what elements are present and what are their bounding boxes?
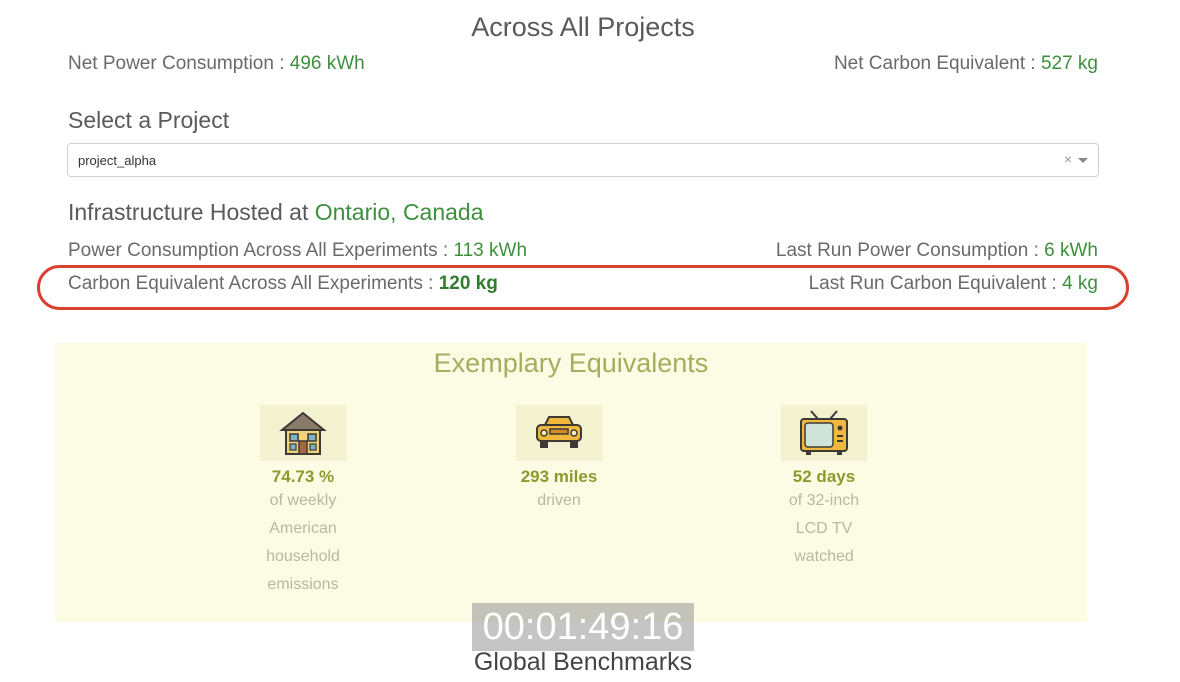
- equivalent-desc-line: American: [269, 520, 337, 537]
- equivalent-desc-line: household: [266, 548, 340, 565]
- clear-icon[interactable]: ×: [1064, 151, 1072, 167]
- car-icon: [516, 405, 602, 461]
- power-all: Power Consumption Across All Experiments…: [68, 240, 527, 262]
- infrastructure-label: Infrastructure Hosted at: [68, 199, 315, 225]
- power-last-value: 6 kWh: [1044, 240, 1098, 261]
- net-power: Net Power Consumption : 496 kWh: [68, 53, 365, 75]
- net-carbon: Net Carbon Equivalent : 527 kg: [834, 53, 1098, 75]
- equivalent-desc-line: LCD TV: [795, 520, 853, 537]
- power-row: Power Consumption Across All Experiments…: [68, 240, 1098, 262]
- house-icon: [260, 405, 346, 461]
- equivalents-panel: Exemplary Equivalents 74.73 % of weekly …: [55, 343, 1087, 622]
- equivalent-item-house: 74.73 % of weekly American household emi…: [253, 405, 353, 599]
- net-summary-row: Net Power Consumption : 496 kWh Net Carb…: [68, 53, 1098, 75]
- equivalent-item-tv: 52 days of 32-inch LCD TV watched: [769, 405, 879, 571]
- equivalent-value: 74.73 %: [271, 467, 335, 486]
- power-last-label: Last Run Power Consumption :: [775, 240, 1045, 261]
- highlight-annotation: [37, 265, 1129, 310]
- power-all-label: Power Consumption Across All Experiments…: [68, 240, 454, 261]
- net-power-value: 496 kWh: [289, 53, 365, 74]
- tv-icon: [781, 405, 867, 461]
- equivalent-desc-line: watched: [794, 548, 854, 565]
- equivalent-desc-line: driven: [537, 492, 581, 509]
- project-select-label: Select a Project: [68, 107, 230, 133]
- project-select-value: project_alpha: [78, 152, 157, 168]
- equivalent-desc-line: emissions: [267, 576, 339, 593]
- net-carbon-label: Net Carbon Equivalent :: [833, 53, 1041, 74]
- equivalents-title: Exemplary Equivalents: [433, 348, 709, 378]
- equivalent-value: 293 miles: [520, 467, 598, 486]
- video-timestamp: 00:01:49:16: [472, 603, 694, 651]
- power-last: Last Run Power Consumption : 6 kWh: [776, 240, 1098, 262]
- infrastructure-location-value: Ontario, Canada: [314, 199, 484, 225]
- page-title: Across All Projects: [471, 12, 695, 42]
- power-all-value: 113 kWh: [453, 240, 528, 261]
- net-carbon-value: 527 kg: [1040, 53, 1098, 74]
- net-power-label: Net Power Consumption :: [68, 53, 290, 74]
- project-select[interactable]: project_alpha ×: [67, 143, 1099, 177]
- chevron-down-icon[interactable]: [1078, 158, 1088, 163]
- equivalent-item-car: 293 miles driven: [495, 405, 623, 515]
- infrastructure-location: Infrastructure Hosted at Ontario, Canada: [68, 199, 484, 226]
- equivalent-desc-line: of weekly: [269, 492, 337, 509]
- equivalent-desc-line: of 32-inch: [788, 492, 860, 509]
- global-benchmarks-heading: Global Benchmarks: [473, 648, 693, 676]
- equivalent-value: 52 days: [792, 467, 856, 486]
